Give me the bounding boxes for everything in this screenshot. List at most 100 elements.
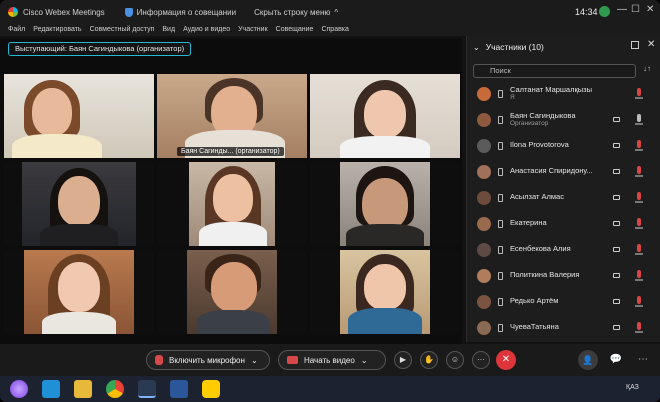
share-content-icon[interactable]: ▶ — [394, 351, 412, 369]
audio-device-icon — [498, 272, 503, 280]
mic-base — [635, 331, 643, 333]
video-tile[interactable] — [157, 162, 307, 246]
video-tile[interactable] — [157, 250, 307, 334]
video-tile[interactable] — [4, 250, 154, 334]
participant-row[interactable]: Анастасия Спиридону... — [467, 160, 660, 186]
avatar — [477, 87, 491, 101]
mic-muted-icon[interactable] — [637, 322, 641, 330]
chevron-down-icon[interactable]: ⌄ — [361, 356, 368, 365]
menu-audio-video[interactable]: Аудио и видео — [183, 26, 230, 33]
participant-name: Редько Артём — [510, 296, 559, 305]
participant-row[interactable]: Баян Сагиндыкова Организатор — [467, 108, 660, 134]
participant-row[interactable]: Ilona Provotorova — [467, 134, 660, 160]
reactions-icon[interactable]: ☺ — [446, 351, 464, 369]
participant-row[interactable]: ЧуеваТатьяна — [467, 316, 660, 342]
popout-panel-icon[interactable] — [631, 41, 639, 49]
chevron-down-icon[interactable]: ⌄ — [251, 356, 258, 365]
participant-role: Я — [510, 94, 515, 101]
avatar — [477, 321, 491, 335]
mic-muted-icon[interactable] — [637, 192, 641, 200]
shield-icon — [124, 7, 133, 17]
close-panel-icon[interactable]: ✕ — [647, 39, 655, 50]
video-tile[interactable] — [4, 162, 154, 246]
audio-device-icon — [498, 324, 503, 332]
menu-share[interactable]: Совместный доступ — [90, 26, 155, 33]
meeting-clock: 14:34 — [575, 7, 598, 17]
mic-base — [635, 279, 643, 281]
menu-participant[interactable]: Участник — [238, 26, 268, 33]
active-speaker-label: Выступающий: Баян Сагиндыкова (организат… — [8, 42, 192, 56]
title-bar: Cisco Webex Meetings Информация о совеща… — [0, 0, 660, 24]
security-icon[interactable] — [599, 6, 610, 17]
meeting-controls: Включить микрофон ⌄ Начать видео ⌄ ▶ ✋ ☺… — [0, 344, 660, 376]
mic-muted-icon[interactable] — [637, 296, 641, 304]
participant-name: Екатерина — [510, 218, 547, 227]
avatar — [477, 295, 491, 309]
participants-panel-header: ⌄ Участники (10) ✕ — [467, 36, 660, 58]
file-explorer-icon[interactable] — [74, 380, 92, 398]
audio-device-icon — [498, 194, 503, 202]
video-tile[interactable] — [310, 250, 460, 334]
participant-row[interactable]: Екатерина — [467, 212, 660, 238]
participant-search-input[interactable]: Поиск — [473, 64, 636, 78]
video-camera-icon — [613, 221, 620, 226]
mic-muted-icon[interactable] — [637, 166, 641, 174]
overflow-menu-icon[interactable]: ⋯ — [634, 350, 652, 370]
participant-row[interactable]: Салтанат Маршалқызы Я — [467, 82, 660, 108]
edge-browser-icon[interactable] — [42, 380, 60, 398]
video-tile[interactable] — [310, 162, 460, 246]
collapse-panel-icon[interactable]: ⌄ — [473, 43, 480, 52]
maximize-button[interactable]: ☐ — [631, 4, 640, 15]
app-title: Cisco Webex Meetings — [23, 7, 105, 17]
word-icon[interactable] — [170, 380, 188, 398]
participant-row[interactable]: Политкина Валерия — [467, 264, 660, 290]
participant-row[interactable]: Редько Артём — [467, 290, 660, 316]
participant-name: Анастасия Спиридону... — [510, 166, 593, 175]
start-video-button[interactable]: Начать видео ⌄ — [278, 350, 386, 370]
mic-muted-icon[interactable] — [637, 270, 641, 278]
avatar — [477, 269, 491, 283]
video-camera-icon — [613, 247, 620, 252]
participant-row[interactable]: Асылзат Алмас — [467, 186, 660, 212]
sort-icon[interactable]: ↓↑ — [643, 64, 651, 73]
avatar — [477, 217, 491, 231]
unmute-label: Включить микрофон — [169, 355, 245, 365]
raise-hand-icon[interactable]: ✋ — [420, 351, 438, 369]
chat-icon[interactable]: 💬 — [606, 350, 626, 370]
chrome-icon[interactable] — [106, 380, 124, 398]
meeting-info-button[interactable]: Информация о совещании — [124, 7, 237, 17]
menu-view[interactable]: Вид — [162, 26, 175, 33]
menu-edit[interactable]: Редактировать — [33, 26, 81, 33]
close-window-button[interactable]: ✕ — [646, 4, 654, 15]
yandex-browser-icon[interactable] — [202, 380, 220, 398]
mic-muted-icon[interactable] — [637, 218, 641, 226]
menu-file[interactable]: Файл — [8, 26, 25, 33]
menu-help[interactable]: Справка — [321, 26, 348, 33]
video-tile[interactable] — [310, 74, 460, 158]
participant-name: ЧуеваТатьяна — [510, 322, 559, 331]
menu-meeting[interactable]: Совещание — [276, 26, 314, 33]
meeting-info-label: Информация о совещании — [136, 7, 237, 17]
leave-meeting-button[interactable]: ✕ — [496, 350, 516, 370]
webex-taskbar-icon[interactable] — [138, 380, 156, 398]
minimize-button[interactable]: — — [617, 4, 627, 15]
video-tile[interactable] — [4, 74, 154, 158]
mic-muted-icon[interactable] — [637, 140, 641, 148]
alice-assistant-icon[interactable] — [10, 380, 28, 398]
mic-muted-icon[interactable] — [637, 244, 641, 252]
video-camera-icon — [613, 117, 620, 122]
start-video-label: Начать видео — [304, 355, 355, 365]
participants-title: Участники (10) — [485, 42, 544, 52]
more-options-icon[interactable]: ··· — [472, 351, 490, 369]
mic-icon[interactable] — [637, 114, 641, 122]
mic-muted-icon[interactable] — [637, 88, 641, 96]
unmute-button[interactable]: Включить микрофон ⌄ — [146, 350, 270, 370]
audio-device-icon — [498, 220, 503, 228]
hide-menu-bar-button[interactable]: Скрыть строку меню ^ — [254, 8, 338, 17]
participant-row[interactable]: Есенбекова Алия — [467, 238, 660, 264]
participant-name: Политкина Валерия — [510, 270, 580, 279]
participant-name: Есенбекова Алия — [510, 244, 571, 253]
keyboard-language[interactable]: ҚАЗ — [626, 384, 639, 391]
video-tile-active-speaker[interactable]: Баян Сагинды... (организатор) — [157, 74, 307, 158]
participants-icon[interactable]: 👤 — [578, 350, 598, 370]
